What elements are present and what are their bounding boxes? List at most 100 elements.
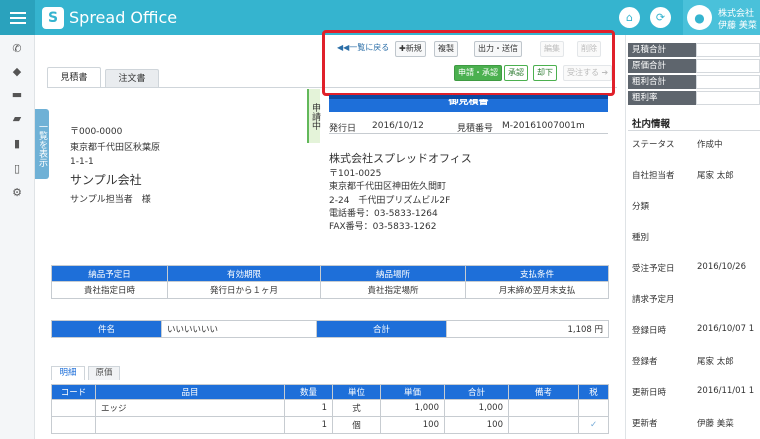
subject-table: 件名 いいいいいい 合計 1,108 円: [51, 320, 609, 338]
items-header: コード: [51, 384, 96, 400]
info-label: 更新日時: [632, 388, 667, 398]
terms-header: 支払条件: [465, 265, 609, 282]
tab-quotation[interactable]: 見積書: [47, 67, 101, 87]
item-note: [508, 416, 579, 434]
item-total: 1,000: [444, 399, 509, 417]
table-row[interactable]: 1 個 100 100 ✓: [51, 416, 609, 434]
delete-button[interactable]: 削除: [577, 41, 601, 57]
summary-label: 粗利率: [628, 91, 696, 105]
summary-value: [696, 43, 760, 57]
menu-icon[interactable]: [0, 0, 35, 35]
top-header: S Spread Office ⌂ ⟳ ● 株式会社 伊藤 美菜: [0, 0, 760, 35]
phone-icon[interactable]: ✆: [9, 41, 25, 57]
info-value: 2016/11/01 1: [697, 386, 755, 396]
items-header: 単位: [332, 384, 381, 400]
reject-button[interactable]: 却下: [533, 65, 557, 81]
total-label: 合計: [316, 320, 447, 338]
info-value: 作成中: [697, 140, 723, 150]
item-unit: 式: [332, 399, 381, 417]
tab-cost[interactable]: 原価: [88, 366, 120, 380]
user-icon: ●: [687, 5, 712, 30]
approve-button[interactable]: 承認: [504, 65, 528, 81]
document-toolbar: ◀◀一覧に戻る ✚新規 複製 出力・送信 編集 削除 申請・承認 承認 却下 受…: [330, 39, 616, 87]
new-button[interactable]: ✚新規: [395, 41, 426, 57]
show-list-tab[interactable]: 一覧を表示: [35, 109, 49, 179]
item-code: [51, 399, 96, 417]
items-header: 備考: [508, 384, 579, 400]
items-header: 合計: [444, 384, 509, 400]
summary-row: 原価合計: [628, 59, 760, 73]
back-to-list-link[interactable]: ◀◀一覧に戻る: [334, 41, 392, 57]
info-label: 種別: [632, 233, 650, 243]
items-header: 数量: [284, 384, 333, 400]
edit-button[interactable]: 編集: [540, 41, 564, 57]
app-logo[interactable]: S Spread Office: [42, 6, 177, 29]
subject-label: 件名: [51, 320, 162, 338]
summary-label: 原価合計: [628, 59, 696, 73]
terms-header: 有効期限: [167, 265, 321, 282]
logo-mark: S: [42, 6, 64, 29]
terms-value: 発行日から１ヶ月: [167, 281, 321, 299]
copy-button[interactable]: 複製: [434, 41, 458, 57]
info-label: 請求予定月: [632, 295, 675, 305]
output-send-button[interactable]: 出力・送信: [474, 41, 522, 57]
side-nav: ✆ ◆ ▬ ▰ ▮ ▯ ⚙: [0, 35, 35, 439]
terms-header: 納品場所: [320, 265, 466, 282]
user-menu[interactable]: ● 株式会社 伊藤 美菜: [683, 0, 760, 35]
issuer-company: 株式会社スプレッドオフィス: [329, 152, 472, 165]
receive-order-button[interactable]: 受注する ➔: [563, 65, 613, 81]
info-value: 伊藤 美菜: [697, 419, 734, 429]
card-icon[interactable]: ▬: [9, 87, 25, 103]
summary-row: 粗利合計: [628, 75, 760, 89]
file-icon[interactable]: ▯: [9, 161, 25, 177]
items-header: 品目: [95, 384, 285, 400]
tab-divider: [47, 87, 617, 88]
item-total: 100: [444, 416, 509, 434]
gear-icon[interactable]: ⚙: [9, 185, 25, 201]
tag-icon[interactable]: ◆: [9, 64, 25, 80]
internal-info-title: 社内情報: [632, 119, 671, 130]
item-price: 100: [380, 416, 445, 434]
info-value: 2016/10/07 1: [697, 324, 755, 334]
item-name: [95, 416, 285, 434]
terms-value: 月末締め翌月末支払: [465, 281, 609, 299]
info-label: 更新者: [632, 419, 658, 429]
summary-row: 見積合計: [628, 43, 760, 57]
summary-label: 見積合計: [628, 43, 696, 57]
issuer-tel: 電話番号：03-5833-1264: [329, 209, 438, 219]
item-qty: 1: [284, 416, 333, 434]
apply-approve-button[interactable]: 申請・承認: [454, 65, 502, 81]
customer-zip: 〒000-0000: [70, 127, 123, 137]
issue-date-label: 発行日: [329, 124, 357, 134]
tab-order[interactable]: 注文書: [105, 69, 159, 87]
info-value: 尾家 太郎: [697, 171, 734, 181]
tab-details[interactable]: 明細: [51, 366, 85, 380]
refresh-icon[interactable]: ⟳: [650, 7, 671, 28]
items-table: コード 品目 数量 単位 単価 合計 備考 税 エッジ 1 式 1,000 1,…: [51, 384, 609, 434]
items-header: 税: [578, 384, 609, 400]
info-label: 分類: [632, 202, 650, 212]
customer-person: サンプル担当者 様: [70, 195, 151, 205]
document-meta: 発行日 2016/10/12 見積番号 M-20161007001m: [329, 118, 608, 134]
terms-value: 貴社指定場所: [320, 281, 466, 299]
info-label: 自社担当者: [632, 171, 675, 181]
chart-icon[interactable]: ▮: [9, 136, 25, 152]
divider: [628, 130, 760, 131]
item-code: [51, 416, 96, 434]
folder-icon[interactable]: ▰: [9, 111, 25, 127]
issuer-fax: FAX番号：03-5833-1262: [329, 222, 437, 232]
terms-value: 貴社指定日時: [51, 281, 168, 299]
customer-company: サンプル会社: [70, 173, 142, 187]
issuer-zip: 〒101-0025: [329, 169, 382, 179]
subject-value: いいいいいい: [161, 320, 317, 338]
item-qty: 1: [284, 399, 333, 417]
issue-date: 2016/10/12: [372, 121, 424, 131]
info-value: 2016/10/26: [697, 262, 746, 272]
summary-row: 粗利率: [628, 91, 760, 105]
home-icon[interactable]: ⌂: [619, 7, 640, 28]
customer-address2: 1-1-1: [70, 157, 94, 167]
number-label: 見積番号: [457, 124, 494, 134]
info-label: ステータス: [632, 140, 675, 150]
table-row[interactable]: エッジ 1 式 1,000 1,000: [51, 399, 609, 417]
issuer-address2: 2-24 千代田プリズムビル2F: [329, 196, 451, 206]
